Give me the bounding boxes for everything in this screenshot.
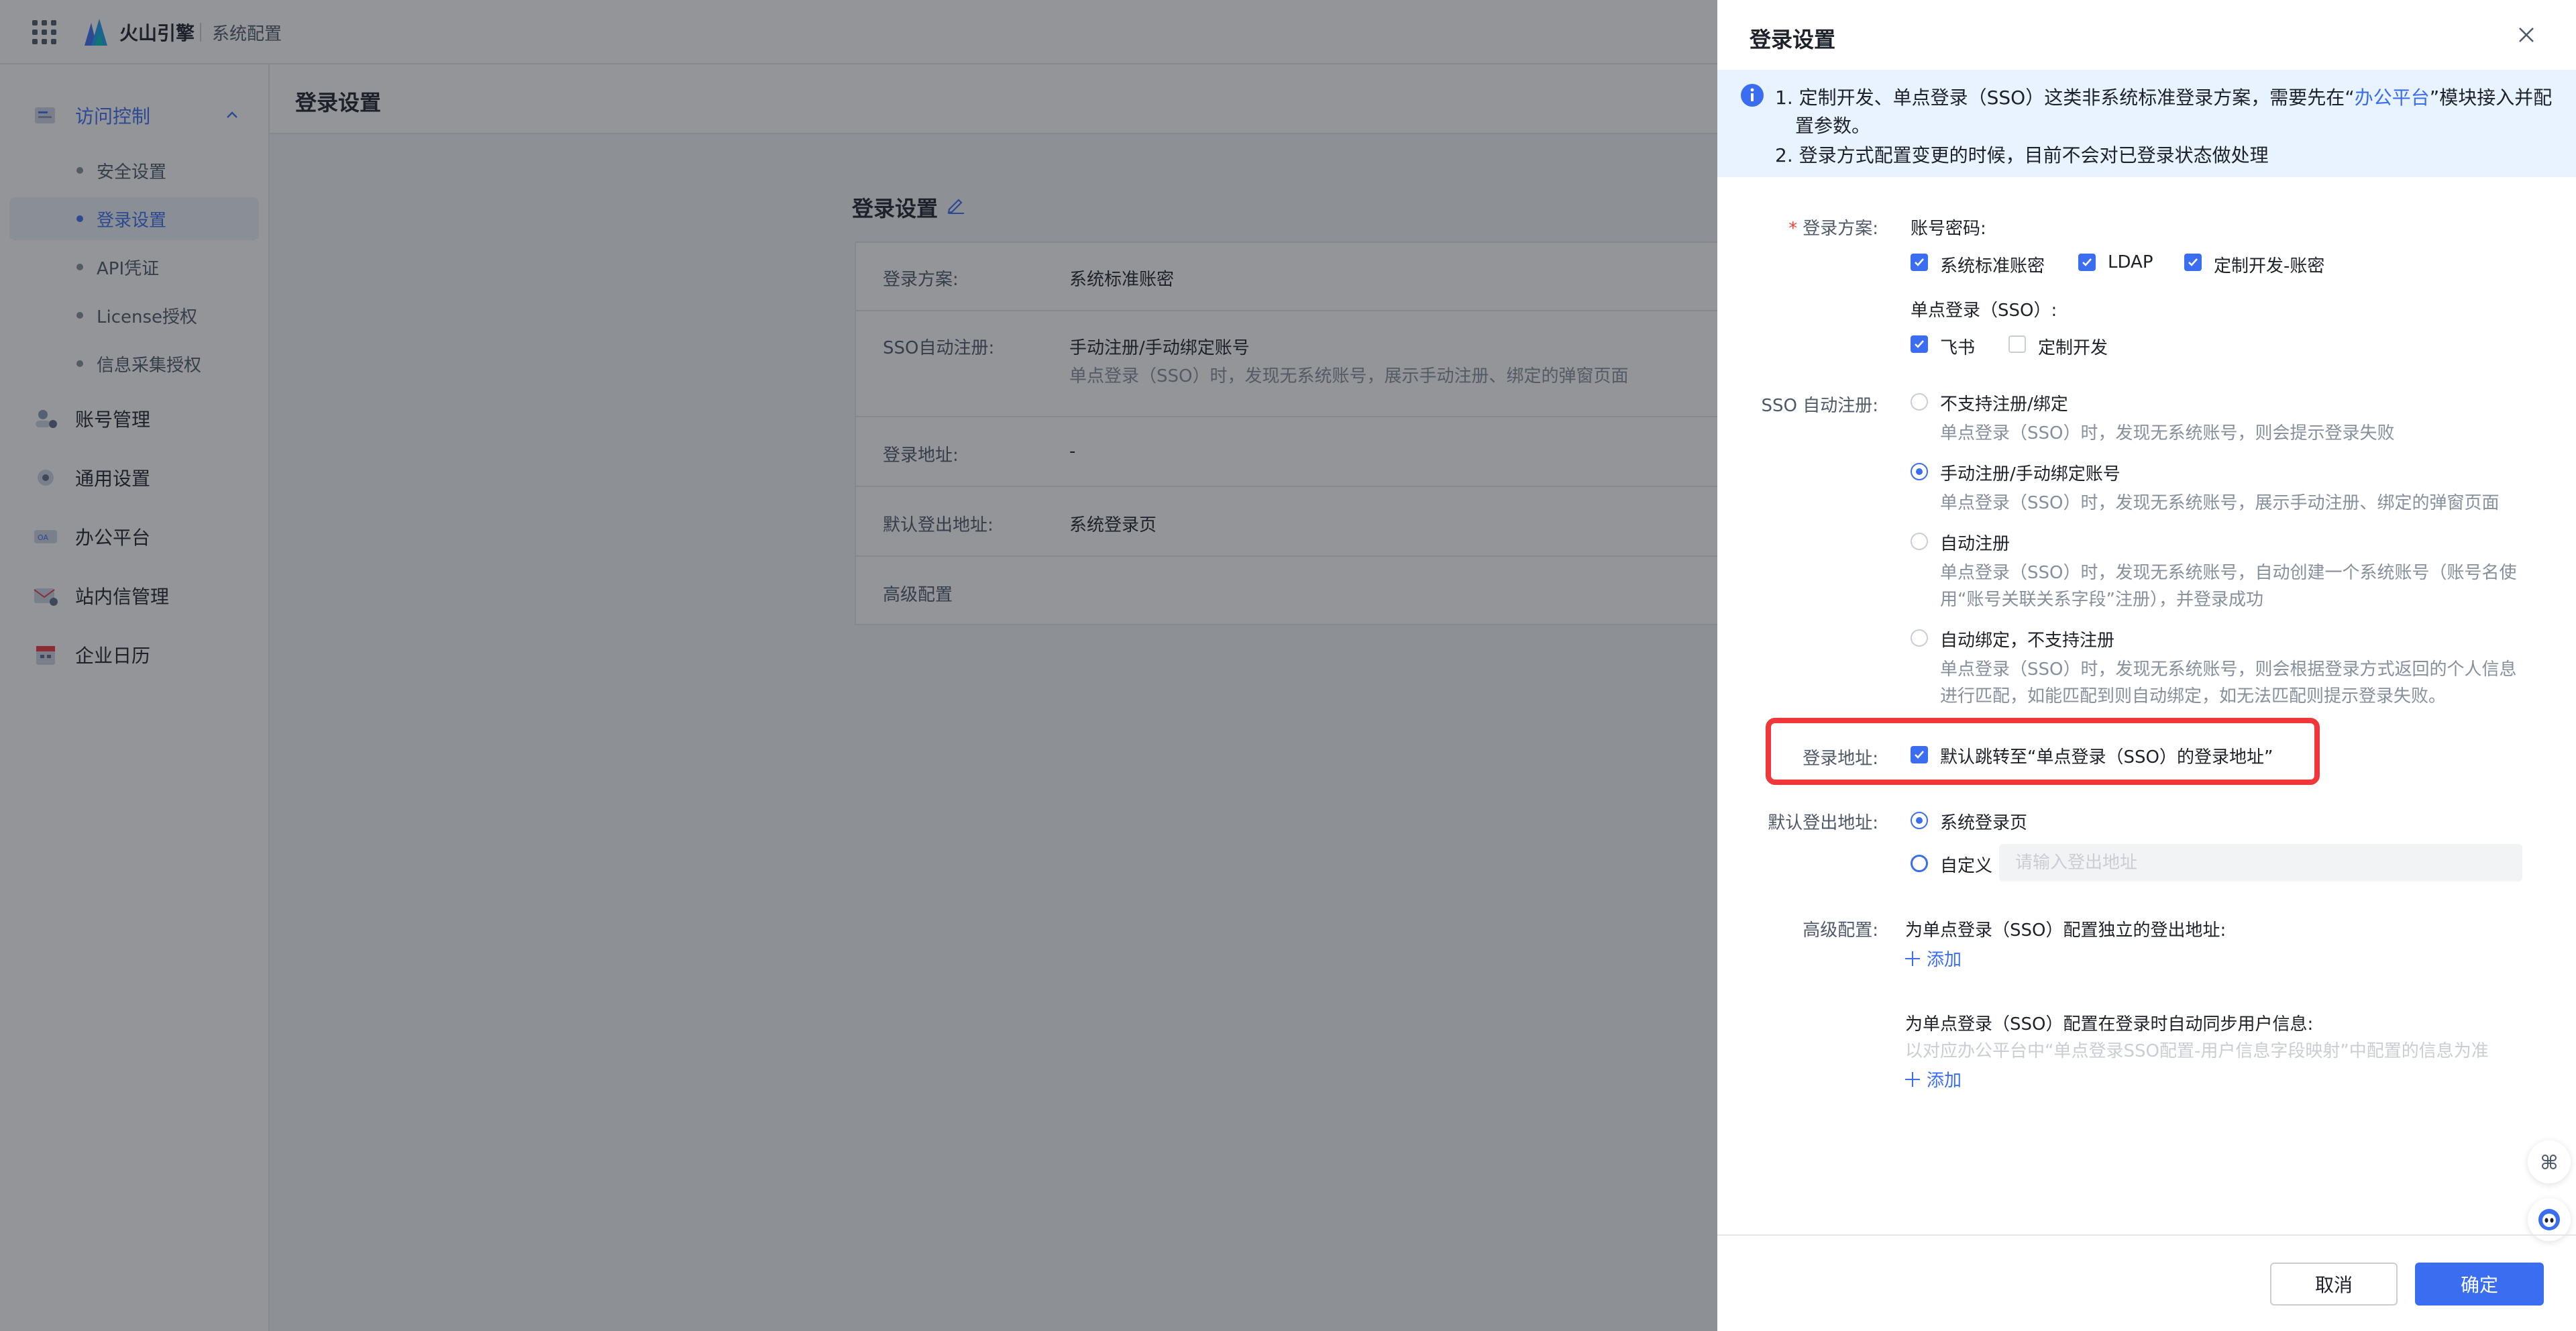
bot-icon bbox=[2538, 1209, 2560, 1230]
option-label: 飞书 bbox=[1940, 338, 1976, 358]
add-label: 添加 bbox=[1927, 950, 1962, 970]
checkbox-custom-account[interactable] bbox=[2184, 254, 2202, 271]
drawer-footer: 取消 确定 bbox=[1717, 1234, 2576, 1331]
alert-text: ”模块接入并配 bbox=[2429, 87, 2553, 109]
sso-auto-register-label: SSO 自动注册: bbox=[1761, 396, 1879, 416]
option-label: 定制开发 bbox=[2038, 338, 2108, 358]
plus-icon bbox=[1905, 1071, 1920, 1087]
add-sso-logout-button[interactable]: 添加 bbox=[1905, 946, 1962, 971]
checkbox-default-sso-login-address[interactable] bbox=[1911, 746, 1928, 763]
command-icon bbox=[2542, 1154, 2557, 1169]
radio-manual-register[interactable] bbox=[1911, 463, 1928, 480]
advanced-item1-title: 为单点登录（SSO）配置独立的登出地址: bbox=[1905, 920, 2226, 941]
alert-line-1-cont: 置参数。 bbox=[1795, 115, 1871, 137]
office-platform-link[interactable]: 办公平台 bbox=[2355, 87, 2430, 109]
option-label: 不支持注册/绑定 bbox=[1940, 394, 2068, 415]
alert-text: 1. 定制开发、单点登录（SSO）这类非系统标准登录方案，需要先在“ bbox=[1775, 87, 2355, 109]
checkbox-custom-sso[interactable] bbox=[2008, 335, 2026, 353]
option-desc: 单点登录（SSO）时，发现无系统账号，则会提示登录失败 bbox=[1940, 423, 2395, 443]
option-label: 自动注册 bbox=[1940, 534, 2010, 554]
shortcut-command-button[interactable] bbox=[2528, 1140, 2571, 1183]
info-alert: 1. 定制开发、单点登录（SSO）这类非系统标准登录方案，需要先在“办公平台”模… bbox=[1717, 70, 2576, 177]
confirm-button[interactable]: 确定 bbox=[2415, 1263, 2544, 1306]
option-label: 手动注册/手动绑定账号 bbox=[1940, 464, 2121, 484]
modal-mask[interactable] bbox=[0, 0, 1717, 1331]
option-label: 默认跳转至“单点登录（SSO）的登录地址” bbox=[1940, 747, 2273, 767]
option-label: 系统标准账密 bbox=[1940, 256, 2045, 276]
account-password-title: 账号密码: bbox=[1911, 219, 1986, 239]
checkbox-ldap[interactable] bbox=[2078, 254, 2096, 271]
radio-no-register[interactable] bbox=[1911, 393, 1928, 411]
option-desc: 单点登录（SSO）时，发现无系统账号，展示手动注册、绑定的弹窗页面 bbox=[1940, 493, 2500, 513]
sso-title: 单点登录（SSO）: bbox=[1911, 301, 2057, 321]
checkbox-feishu[interactable] bbox=[1911, 335, 1928, 353]
info-icon bbox=[1741, 84, 1764, 107]
radio-system-login-page[interactable] bbox=[1911, 812, 1928, 829]
add-sso-sync-button[interactable]: 添加 bbox=[1905, 1067, 1962, 1092]
option-desc: 单点登录（SSO）时，发现无系统账号，自动创建一个系统账号（账号名使 bbox=[1940, 563, 2517, 583]
close-icon[interactable] bbox=[2516, 24, 2537, 46]
logout-address-input[interactable] bbox=[1999, 844, 2522, 882]
app-root: 火山引擎 系统配置 访问控制 安全设置 登录设置 API凭证 License授权 bbox=[0, 0, 2576, 1331]
advanced-config-label: 高级配置: bbox=[1803, 920, 1878, 941]
radio-auto-register[interactable] bbox=[1911, 533, 1928, 550]
plus-icon bbox=[1905, 951, 1920, 966]
radio-custom-logout[interactable] bbox=[1911, 855, 1928, 872]
required-mark: * bbox=[1788, 219, 1798, 239]
alert-line-1: 1. 定制开发、单点登录（SSO）这类非系统标准登录方案，需要先在“办公平台”模… bbox=[1775, 83, 2552, 110]
option-label: 自定义 bbox=[1940, 856, 1993, 876]
option-desc: 进行匹配，如能匹配到则自动绑定，如无法匹配则提示登录失败。 bbox=[1940, 686, 2447, 706]
advanced-item2-title: 为单点登录（SSO）配置在登录时自动同步用户信息: bbox=[1905, 1014, 2314, 1034]
option-label: 系统登录页 bbox=[1940, 813, 2028, 833]
option-desc: 用“账号关联关系字段”注册），并登录成功 bbox=[1940, 590, 2263, 610]
default-logout-label: 默认登出地址: bbox=[1768, 813, 1878, 833]
option-label: 自动绑定，不支持注册 bbox=[1940, 631, 2115, 651]
login-scheme-label: * 登录方案: bbox=[1717, 215, 1878, 239]
add-label: 添加 bbox=[1927, 1071, 1962, 1091]
option-label: 定制开发-账密 bbox=[2214, 256, 2325, 276]
form-label-text: 登录方案: bbox=[1803, 219, 1878, 239]
checkbox-standard-account[interactable] bbox=[1911, 254, 1928, 271]
login-address-label: 登录地址: bbox=[1803, 749, 1878, 769]
drawer-title: 登录设置 bbox=[1750, 27, 1836, 52]
cancel-button[interactable]: 取消 bbox=[2270, 1263, 2398, 1306]
advanced-item2-note: 以对应办公平台中“单点登录SSO配置-用户信息字段映射”中配置的信息为准 bbox=[1905, 1041, 2489, 1061]
login-settings-drawer: 登录设置 1. 定制开发、单点登录（SSO）这类非系统标准登录方案，需要先在“办… bbox=[1717, 0, 2576, 1331]
option-desc: 单点登录（SSO）时，发现无系统账号，则会根据登录方式返回的个人信息 bbox=[1940, 659, 2517, 680]
option-label: LDAP bbox=[2108, 252, 2153, 272]
alert-line-2: 2. 登录方式配置变更的时候，目前不会对已登录状态做处理 bbox=[1775, 144, 2269, 166]
radio-auto-bind[interactable] bbox=[1911, 629, 1928, 647]
